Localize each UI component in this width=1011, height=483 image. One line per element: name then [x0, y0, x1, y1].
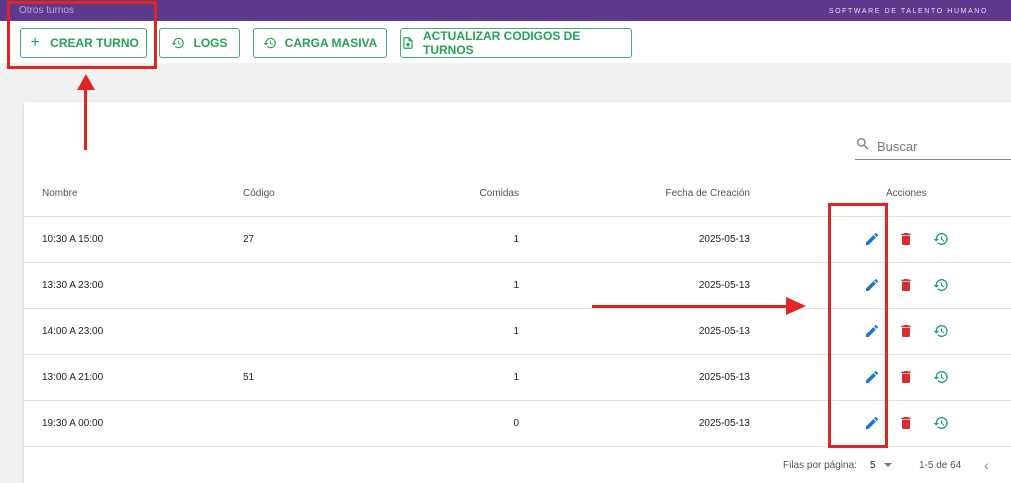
cell-comidas: 1: [513, 372, 519, 383]
rows-per-page-value: 5: [870, 459, 876, 471]
column-header-codigo: Código: [243, 188, 275, 199]
annotation-box-create: [7, 1, 157, 69]
bulk-upload-button[interactable]: CARGA MASIVA: [253, 28, 387, 58]
column-header-acciones: Acciones: [886, 188, 927, 199]
history-icon[interactable]: [932, 414, 950, 432]
history-icon: [171, 36, 185, 50]
logs-button[interactable]: LOGS: [159, 28, 240, 58]
history-icon[interactable]: [932, 368, 950, 386]
cell-fecha: 2025-05-13: [698, 372, 750, 383]
search-box[interactable]: [855, 134, 1011, 160]
page: Otros turnos SOFTWARE DE TALENTO HUMANO …: [0, 0, 1011, 483]
cell-codigo: 51: [243, 372, 255, 383]
column-header-nombre: Nombre: [42, 188, 78, 199]
update-shift-codes-button[interactable]: ACTUALIZAR CODIGOS DE TURNOS: [400, 28, 632, 58]
annotation-arrow-up-shaft: [84, 86, 87, 150]
pagination-range: 1-5 de 64: [919, 460, 962, 471]
history-icon[interactable]: [932, 230, 950, 248]
history-icon[interactable]: [932, 322, 950, 340]
column-header-comidas: Comidas: [479, 188, 519, 199]
delete-icon[interactable]: [897, 414, 915, 432]
cell-nombre: 14:00 A 23:00: [42, 326, 104, 337]
cell-comidas: 1: [513, 234, 519, 245]
bulk-upload-label: CARGA MASIVA: [284, 36, 378, 50]
previous-page-icon[interactable]: ‹: [984, 457, 998, 473]
rows-per-page-label: Filas por página:: [783, 460, 857, 471]
cell-nombre: 13:00 A 21:00: [42, 372, 104, 383]
search-icon: [855, 136, 871, 157]
delete-icon[interactable]: [897, 322, 915, 340]
annotation-arrow-right-shaft: [592, 305, 788, 308]
cell-codigo: 27: [243, 234, 255, 245]
cell-nombre: 10:30 A 15:00: [42, 234, 104, 245]
delete-icon[interactable]: [897, 230, 915, 248]
history-icon: [263, 36, 277, 50]
history-icon[interactable]: [932, 276, 950, 294]
caret-down-icon: [883, 463, 892, 467]
cell-fecha: 2025-05-13: [698, 280, 750, 291]
cell-nombre: 19:30 A 00:00: [42, 418, 104, 429]
pagination: Filas por página: 5 1-5 de 64 ‹: [24, 448, 1011, 483]
delete-icon[interactable]: [897, 368, 915, 386]
cell-comidas: 0: [513, 418, 519, 429]
search-input[interactable]: [877, 139, 1007, 154]
rows-per-page-select[interactable]: 5: [870, 458, 898, 472]
logs-label: LOGS: [193, 36, 228, 50]
cell-fecha: 2025-05-13: [698, 418, 750, 429]
update-shift-codes-label: ACTUALIZAR CODIGOS DE TURNOS: [423, 29, 581, 57]
column-header-fecha: Fecha de Creación: [665, 188, 751, 199]
annotation-arrow-right-icon: [786, 297, 806, 315]
cell-fecha: 2025-05-13: [698, 234, 750, 245]
delete-icon[interactable]: [897, 276, 915, 294]
annotation-box-edit-column: [828, 203, 888, 448]
cell-fecha: 2025-05-13: [698, 326, 750, 337]
brand-tagline: SOFTWARE DE TALENTO HUMANO: [828, 8, 988, 15]
file-upload-icon: [401, 36, 415, 50]
cell-nombre: 13:30 A 23:00: [42, 280, 104, 291]
cell-comidas: 1: [513, 280, 519, 291]
cell-comidas: 1: [513, 326, 519, 337]
